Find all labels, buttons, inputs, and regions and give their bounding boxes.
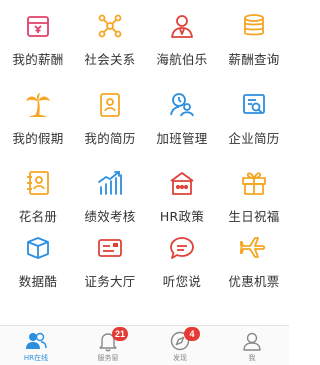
grid-item-label: 海航伯乐 [156,52,208,67]
grid-item-overtime-management[interactable]: 加班管理 [146,79,218,149]
notification-badge: 4 [184,327,200,341]
grid-item-social-relations[interactable]: 社会关系 [74,0,146,70]
grid-item-listen-to-you[interactable]: 听您说 [146,222,218,292]
data-cube-icon [24,234,52,262]
app-grid: 我的薪酬 社会关系 海航伯乐 薪酬查询 我的假期 我的简历 加班管理 企业简历 … [0,0,289,325]
palm-tree-icon [24,91,52,119]
people-icon [25,330,47,352]
grid-item-label: 加班管理 [156,131,208,146]
id-card-icon [96,234,124,262]
grid-item-roster[interactable]: 花名册 [2,157,74,227]
grid-item-label: 我的假期 [12,131,64,146]
notification-badge: 21 [112,327,129,341]
grid-item-my-salary[interactable]: 我的薪酬 [2,0,74,70]
roster-book-icon [24,169,52,197]
recruiter-person-icon [168,12,196,40]
speech-bubble-icon [168,234,196,262]
tab-label: 我 [248,354,256,362]
policy-house-icon [168,169,196,197]
person-icon [241,330,263,352]
grid-item-my-resume[interactable]: 我的简历 [74,79,146,149]
bottom-tab-bar: HR在线 21 服务窗 4 发现 我 [0,325,289,365]
salary-wallet-icon [24,12,52,40]
grid-item-label: 我的简历 [84,131,136,146]
grid-item-label: 我的薪酬 [12,52,64,67]
bell-icon: 21 [97,327,129,352]
grid-item-enterprise-resume[interactable]: 企业简历 [218,79,290,149]
tab-me[interactable]: 我 [216,326,288,365]
tab-label: 服务窗 [97,354,119,362]
grid-item-document-hall[interactable]: 证务大厅 [74,222,146,292]
grid-item-label: 听您说 [162,274,202,289]
resume-person-icon [96,91,124,119]
grid-item-salary-query[interactable]: 薪酬查询 [218,0,290,70]
grid-item-label: 企业简历 [228,131,280,146]
grid-item-birthday-wishes[interactable]: 生日祝福 [218,157,290,227]
grid-item-data-cool[interactable]: 数据酷 [2,222,74,292]
tab-service-window[interactable]: 21 服务窗 [72,326,144,365]
social-network-icon [96,12,124,40]
grid-item-label: 数据酷 [18,274,58,289]
overtime-clock-person-icon [168,91,196,119]
bar-trend-chart-icon [96,169,124,197]
grid-item-performance-review[interactable]: 绩效考核 [74,157,146,227]
tab-hr-online[interactable]: HR在线 [0,326,72,365]
grid-item-discount-tickets[interactable]: 优惠机票 [218,222,290,292]
gift-box-icon [240,169,268,197]
airplane-icon [240,234,268,262]
grid-item-label: 薪酬查询 [228,52,280,67]
compass-icon: 4 [169,327,200,352]
coin-stack-icon [240,12,268,40]
enterprise-search-doc-icon [240,91,268,119]
grid-item-my-vacation[interactable]: 我的假期 [2,79,74,149]
grid-item-hna-recruiter[interactable]: 海航伯乐 [146,0,218,70]
grid-item-label: 证务大厅 [84,274,136,289]
tab-label: HR在线 [23,354,49,362]
tab-discover[interactable]: 4 发现 [144,326,216,365]
grid-item-hr-policy[interactable]: HR政策 [146,157,218,227]
grid-item-label: 优惠机票 [228,274,280,289]
tab-label: 发现 [173,354,187,362]
grid-item-label: 社会关系 [84,52,136,67]
